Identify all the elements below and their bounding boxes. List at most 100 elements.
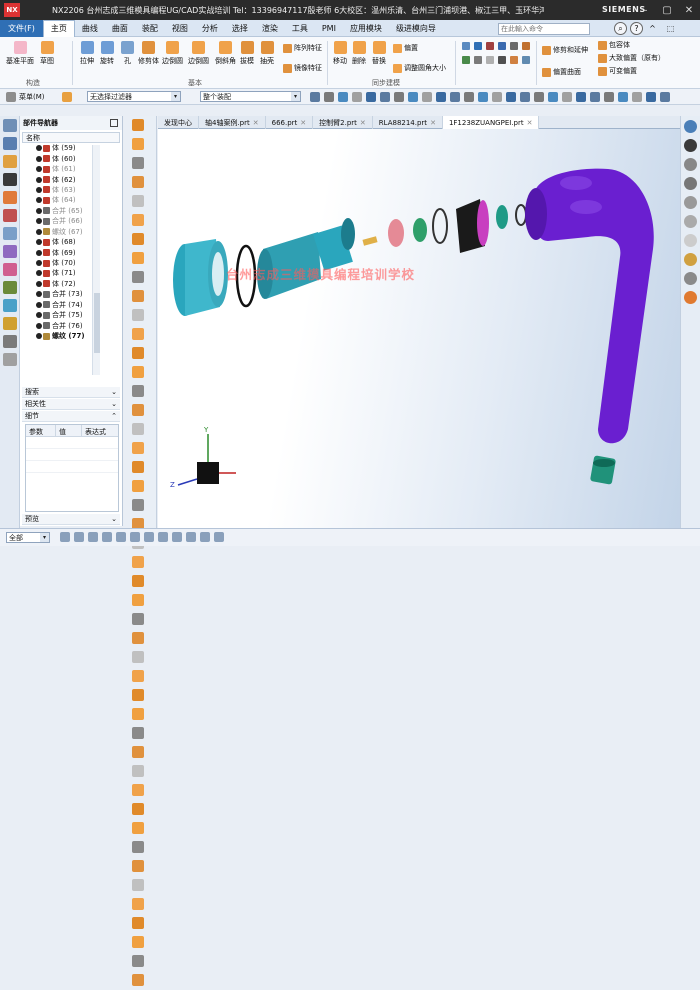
hd3d-tools-icon[interactable]	[3, 191, 17, 204]
file-menu-button[interactable]: 文件(F)	[0, 19, 43, 37]
tool-icon[interactable]	[522, 56, 530, 64]
tree-item[interactable]: 合并 (73)	[24, 289, 122, 299]
snap-icon[interactable]	[464, 92, 474, 102]
select-icon[interactable]	[62, 92, 72, 102]
maximize-icon[interactable]: ▢	[656, 0, 678, 20]
preview-section[interactable]: 预览 ⌄	[22, 514, 120, 525]
tab-11[interactable]: 级进模向导	[389, 20, 443, 37]
extrude-button[interactable]: 拉伸	[80, 41, 94, 66]
snap-icon[interactable]	[478, 92, 488, 102]
command-search-input[interactable]	[498, 23, 590, 35]
snap-icon[interactable]	[604, 92, 614, 102]
view-tool-icon[interactable]	[132, 119, 144, 131]
bounding-body-button[interactable]: 包容体	[598, 40, 630, 50]
trim-and-extend-button[interactable]: 修剪和延伸	[542, 45, 588, 55]
view-tool-icon[interactable]	[132, 366, 144, 378]
view-tool-icon[interactable]	[132, 461, 144, 473]
invert-icon[interactable]	[684, 196, 697, 209]
tool-icon[interactable]	[474, 42, 482, 50]
close-tab-icon[interactable]: ✕	[360, 119, 366, 127]
document-tab[interactable]: 666.prt ✕	[266, 116, 314, 129]
close-icon[interactable]: ✕	[678, 0, 700, 20]
tab-0[interactable]: 主页	[42, 19, 75, 37]
snap-icon[interactable]	[422, 92, 432, 102]
view-tool-icon[interactable]	[132, 936, 144, 948]
status-tool-icon[interactable]	[186, 532, 196, 542]
history-icon[interactable]	[3, 227, 17, 240]
tree-item[interactable]: 体 (64)	[24, 195, 122, 205]
visibility-icon[interactable]	[36, 280, 42, 287]
menu-button[interactable]: 菜单(M)	[19, 92, 45, 102]
scope-select[interactable]: 整个装配 ▾	[200, 91, 301, 102]
view-tool-icon[interactable]	[132, 575, 144, 587]
view-tool-icon[interactable]	[132, 841, 144, 853]
system-scenes-icon[interactable]	[3, 317, 17, 330]
visibility-icon[interactable]	[36, 145, 42, 152]
status-tool-icon[interactable]	[172, 532, 182, 542]
visibility-icon[interactable]	[36, 301, 42, 308]
system-materials-icon[interactable]	[3, 245, 17, 258]
tree-item[interactable]: 体 (71)	[24, 268, 122, 278]
view-tool-icon[interactable]	[132, 594, 144, 606]
visibility-icon[interactable]	[36, 239, 42, 246]
expression-column[interactable]: 表达式	[82, 425, 118, 436]
role-icon[interactable]	[3, 299, 17, 312]
view-tool-icon[interactable]	[132, 195, 144, 207]
view-tool-icon[interactable]	[132, 328, 144, 340]
snap-icon[interactable]	[562, 92, 572, 102]
snap-icon[interactable]	[618, 92, 628, 102]
navigator-scrollbar[interactable]	[92, 145, 100, 375]
help-icon[interactable]: ?	[630, 22, 643, 35]
status-tool-icon[interactable]	[88, 532, 98, 542]
close-tab-icon[interactable]: ✕	[430, 119, 436, 127]
background-icon[interactable]	[684, 234, 697, 247]
chamfer-button[interactable]: 倒斜角	[215, 41, 236, 66]
document-tab[interactable]: 1F1238ZUANGPEI.prt ✕	[442, 116, 540, 129]
tree-item[interactable]: 体 (62)	[24, 174, 122, 184]
tree-item[interactable]: 体 (63)	[24, 185, 122, 195]
shaded-icon[interactable]	[684, 291, 697, 304]
window-menu-icon[interactable]: ⬚	[664, 22, 677, 35]
tree-item[interactable]: 螺纹 (67)	[24, 227, 122, 237]
name-column-header[interactable]: 名称	[22, 132, 120, 143]
draft-button[interactable]: 拔模	[240, 41, 254, 66]
visibility-icon[interactable]	[36, 249, 42, 256]
black-ring[interactable]	[432, 208, 448, 244]
offset-region-button[interactable]: 偏置	[393, 43, 418, 53]
tree-item[interactable]: 合并 (66)	[24, 216, 122, 226]
snap-icon[interactable]	[632, 92, 642, 102]
tool-icon[interactable]	[486, 56, 494, 64]
view-tool-icon[interactable]	[132, 917, 144, 929]
tool-icon[interactable]	[510, 42, 518, 50]
status-tool-icon[interactable]	[200, 532, 210, 542]
view-tool-icon[interactable]	[132, 347, 144, 359]
status-tool-icon[interactable]	[214, 532, 224, 542]
scrollbar-thumb[interactable]	[94, 293, 100, 353]
value-column[interactable]: 值	[56, 425, 82, 436]
visibility-icon[interactable]	[36, 166, 42, 173]
document-tab[interactable]: 发现中心	[158, 116, 199, 129]
view-tool-icon[interactable]	[132, 632, 144, 644]
view-tool-icon[interactable]	[132, 176, 144, 188]
pink-ring-part[interactable]	[388, 219, 404, 247]
panel-maximize-icon[interactable]	[110, 119, 118, 127]
view-tool-icon[interactable]	[132, 613, 144, 625]
tree-item[interactable]: 体 (59)	[24, 143, 122, 153]
view-tool-icon[interactable]	[132, 974, 144, 986]
web-browser-icon[interactable]	[3, 209, 17, 222]
view-tool-icon[interactable]	[132, 803, 144, 815]
shell-button[interactable]: 抽壳	[260, 41, 274, 66]
reuse-library-icon[interactable]	[3, 173, 17, 186]
view-tool-icon[interactable]	[132, 233, 144, 245]
view-tool-icon[interactable]	[132, 651, 144, 663]
view-tool-icon[interactable]	[132, 784, 144, 796]
cyan-nut-part[interactable]	[173, 239, 228, 316]
settings-icon[interactable]	[3, 353, 17, 366]
view-tool-icon[interactable]	[132, 271, 144, 283]
view-tool-icon[interactable]	[132, 822, 144, 834]
document-tab[interactable]: 轴4轴案例.prt ✕	[199, 116, 266, 129]
tool-icon[interactable]	[498, 56, 506, 64]
tree-item[interactable]: 螺纹 (77)	[24, 331, 122, 341]
tool-icon[interactable]	[474, 56, 482, 64]
snap-icon[interactable]	[506, 92, 516, 102]
